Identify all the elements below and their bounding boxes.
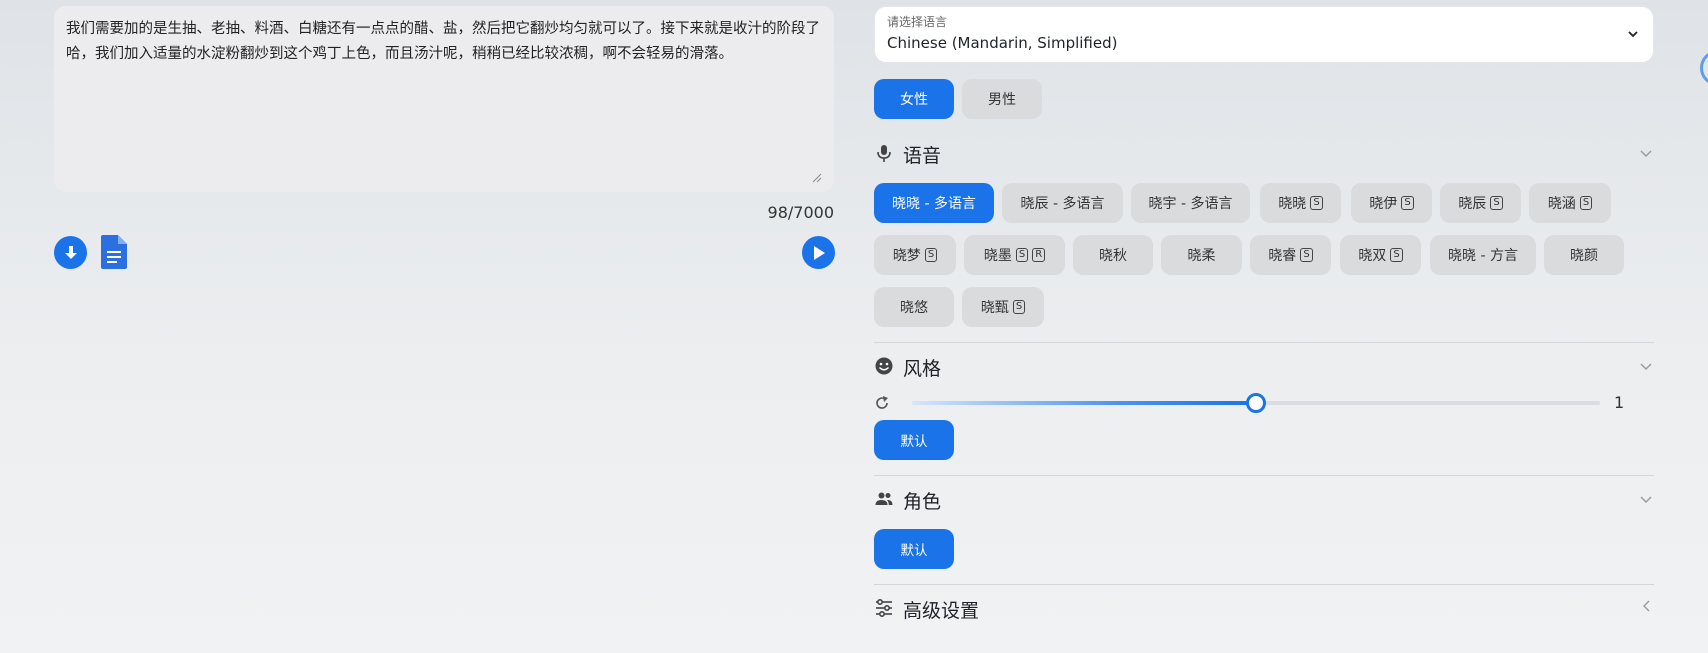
voice-option-button[interactable]: 晓涵 S xyxy=(1529,183,1611,223)
voice-option-label: 晓辰 xyxy=(1458,196,1487,212)
text-input[interactable]: 我们需要加的是生抽、老抽、料酒、白糖还有一点点的醋、盐，然后把它翻炒均匀就可以了… xyxy=(54,6,834,192)
resize-handle-icon[interactable] xyxy=(812,173,822,183)
voice-option-label: 晓颜 xyxy=(1570,248,1598,264)
style-slider-thumb[interactable] xyxy=(1246,393,1266,413)
voice-option-button[interactable]: 晓晓 S xyxy=(1260,183,1341,223)
style-slider[interactable] xyxy=(912,393,1600,413)
voice-option-button[interactable]: 晓墨 S R xyxy=(964,235,1065,275)
voice-option-label: 晓宇 - 多语言 xyxy=(1148,196,1233,212)
voice-tag-badge: R xyxy=(1032,248,1046,262)
voice-option-button[interactable]: 晓晓 - 多语言 xyxy=(874,183,994,223)
voice-option-button[interactable]: 晓辰 S xyxy=(1440,183,1521,223)
voice-option-button[interactable]: 晓甄 S xyxy=(962,287,1044,327)
microphone-icon xyxy=(877,145,891,162)
voice-tag-badge: S xyxy=(1300,248,1313,262)
voice-tag-badge: S xyxy=(1012,300,1026,314)
voice-option-label: 晓双 xyxy=(1358,248,1387,264)
voice-option-label: 晓秋 xyxy=(1099,248,1127,264)
chevron-down-icon[interactable] xyxy=(1640,148,1652,158)
language-select[interactable]: 请选择语言 Chinese (Mandarin, Simplified) xyxy=(874,6,1654,63)
divider xyxy=(874,475,1654,476)
role-section-title: 角色 xyxy=(903,491,942,513)
voice-option-label: 晓悠 xyxy=(900,300,928,316)
language-select-value: Chinese (Mandarin, Simplified) xyxy=(887,34,1118,52)
download-icon xyxy=(64,245,77,259)
voice-option-label: 晓晓 xyxy=(1278,196,1307,212)
gender-male-button[interactable]: 男性 xyxy=(962,79,1042,119)
voice-option-button[interactable]: 晓晓 - 方言 xyxy=(1430,235,1536,275)
voice-tag-badge: S xyxy=(1490,196,1503,210)
voice-option-button[interactable]: 晓悠 xyxy=(874,287,954,327)
voice-tag-badge: S xyxy=(1579,196,1593,210)
voice-option-label: 晓辰 - 多语言 xyxy=(1020,196,1105,212)
voice-option-button[interactable]: 晓宇 - 多语言 xyxy=(1131,183,1250,223)
style-slider-fill xyxy=(912,401,1256,405)
voice-option-button[interactable]: 晓辰 - 多语言 xyxy=(1002,183,1123,223)
voice-tag-badge: S xyxy=(1015,248,1029,262)
download-button[interactable] xyxy=(54,236,87,269)
voice-option-label: 晓晓 - 多语言 xyxy=(892,196,976,212)
char-count: 98/7000 xyxy=(767,203,834,222)
style-slider-value: 1 xyxy=(1614,393,1625,412)
voice-option-label: 晓睿 xyxy=(1268,248,1297,264)
voice-tag-badge: S xyxy=(924,248,938,262)
language-select-label: 请选择语言 xyxy=(887,15,948,29)
voice-option-button[interactable]: 晓秋 xyxy=(1073,235,1153,275)
people-icon xyxy=(875,492,893,505)
voice-tag-badge: S xyxy=(1310,196,1323,210)
chevron-left-icon[interactable] xyxy=(1642,600,1652,612)
voice-option-button[interactable]: 晓颜 xyxy=(1544,235,1624,275)
voice-option-label: 晓伊 xyxy=(1369,196,1398,212)
style-section-title: 风格 xyxy=(903,358,942,380)
text-input-content: 我们需要加的是生抽、老抽、料酒、白糖还有一点点的醋、盐，然后把它翻炒均匀就可以了… xyxy=(66,21,820,62)
voice-option-label: 晓墨 xyxy=(983,248,1012,264)
chevron-down-icon[interactable] xyxy=(1640,361,1652,371)
chevron-down-icon xyxy=(1628,31,1638,38)
voice-option-label: 晓甄 xyxy=(980,300,1009,316)
voice-option-button[interactable]: 晓伊 S xyxy=(1351,183,1432,223)
voice-option-label: 晓梦 xyxy=(892,248,921,264)
voice-option-button[interactable]: 晓梦 S xyxy=(874,235,956,275)
voice-option-button[interactable]: 晓双 S xyxy=(1340,235,1421,275)
advanced-settings-title: 高级设置 xyxy=(903,600,980,622)
chevron-down-icon[interactable] xyxy=(1640,494,1652,504)
document-icon xyxy=(101,235,127,269)
voice-tag-badge: S xyxy=(1390,248,1403,262)
gender-female-button[interactable]: 女性 xyxy=(874,79,954,119)
divider xyxy=(874,584,1654,585)
divider xyxy=(874,342,1654,343)
voice-section-title: 语音 xyxy=(903,145,942,167)
voice-tag-badge: S xyxy=(1401,196,1414,210)
smile-icon xyxy=(875,357,893,375)
role-default-button[interactable]: 默认 xyxy=(874,529,954,569)
style-default-button[interactable]: 默认 xyxy=(874,420,954,460)
voice-option-button[interactable]: 晓睿 S xyxy=(1250,235,1331,275)
play-icon xyxy=(813,245,825,260)
floating-assistant-icon[interactable] xyxy=(1700,50,1708,86)
document-button[interactable] xyxy=(101,235,127,269)
voice-option-button[interactable]: 晓柔 xyxy=(1161,235,1242,275)
voice-option-label: 晓晓 - 方言 xyxy=(1448,248,1518,264)
play-button[interactable] xyxy=(802,236,835,269)
voice-option-label: 晓柔 xyxy=(1187,248,1216,264)
sliders-icon xyxy=(876,598,892,618)
reset-icon[interactable] xyxy=(874,395,890,411)
voice-option-label: 晓涵 xyxy=(1547,196,1576,212)
